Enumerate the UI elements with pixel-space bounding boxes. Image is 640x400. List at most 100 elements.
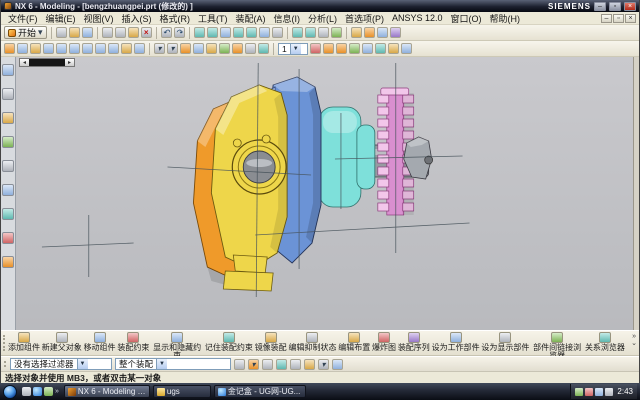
block-icon[interactable] [30, 43, 41, 54]
menu-ansys[interactable]: ANSYS 12.0 [388, 13, 447, 23]
rotate-view-icon[interactable] [246, 27, 257, 38]
constraint-navigator-icon[interactable] [2, 88, 14, 100]
reuse-library-icon[interactable] [2, 136, 14, 148]
datum-axis-horizontal-bg[interactable] [42, 243, 134, 247]
snap-tangent-icon[interactable] [258, 43, 269, 54]
add-component-button[interactable]: 添加组件 [8, 332, 40, 352]
update-icon[interactable] [595, 388, 603, 396]
face-analysis-icon[interactable] [331, 27, 342, 38]
rectangle-lasso-icon[interactable] [318, 359, 329, 370]
datum-plane-icon[interactable] [351, 27, 362, 38]
deselect-arrow-icon[interactable] [290, 359, 301, 370]
toolbar-drag-handle[interactable] [3, 335, 6, 351]
selection-scope-dropdown[interactable]: 整个装配▼ [115, 358, 231, 370]
child-close-button[interactable]: × [625, 14, 636, 23]
highlight-edit-icon[interactable] [304, 359, 315, 370]
rib-icon[interactable] [108, 43, 119, 54]
start-button[interactable] [3, 385, 17, 399]
snap-quadrant-icon[interactable] [232, 43, 243, 54]
show-only-icon[interactable] [310, 43, 321, 54]
measure-distance-icon[interactable] [377, 27, 388, 38]
snap-center-icon[interactable] [219, 43, 230, 54]
show-desktop-icon[interactable] [22, 387, 31, 396]
invert-shown-icon[interactable] [349, 43, 360, 54]
messenger-icon[interactable] [575, 388, 583, 396]
taskbar-clock[interactable]: 2:43 [617, 387, 633, 396]
hole-icon[interactable] [56, 43, 67, 54]
system-materials-icon[interactable] [2, 232, 14, 244]
cut-icon[interactable] [102, 27, 113, 38]
redo-icon[interactable] [174, 27, 185, 38]
shell-icon[interactable] [121, 43, 132, 54]
save-icon[interactable] [82, 27, 93, 38]
close-button[interactable]: × [624, 2, 636, 11]
child-restore-button[interactable]: ▫ [613, 14, 624, 23]
maximize-button[interactable]: ▫ [609, 2, 621, 11]
taskbar-item-nx[interactable]: NX 6 - Modeling -... [64, 385, 150, 398]
fit-view-icon[interactable] [207, 27, 218, 38]
menu-analysis[interactable]: 分析(L) [304, 12, 341, 25]
toolbar-drag-handle[interactable] [4, 361, 7, 367]
assembly-constraints-button[interactable]: 装配约束 [117, 332, 149, 352]
snapshot-icon[interactable] [272, 27, 283, 38]
shaded-with-edges-icon[interactable] [292, 27, 303, 38]
orient-view-icon[interactable] [259, 27, 270, 38]
interpart-link-icon[interactable] [362, 43, 373, 54]
sketch-icon[interactable] [364, 27, 375, 38]
edit-suppression-state-button[interactable]: 编辑抑制状态 [288, 332, 336, 352]
volume-icon[interactable] [605, 388, 613, 396]
selection-filter-gear-icon[interactable] [234, 359, 245, 370]
menu-file[interactable]: 文件(F) [4, 12, 42, 25]
edit-arrangement-button[interactable]: 编辑布置 [338, 332, 370, 352]
selection-filter-icon[interactable] [154, 43, 165, 54]
taskbar-item-ugs[interactable]: ugs [153, 385, 211, 398]
snap-point-icon[interactable] [245, 43, 256, 54]
taskbar-item-browser[interactable]: 金记盒 - UG网-UG... [214, 385, 306, 398]
start-menu-button[interactable]: 开始 [4, 26, 47, 39]
cylinder-icon[interactable] [43, 43, 54, 54]
menu-insert[interactable]: 插入(S) [118, 12, 156, 25]
mirror-assembly-button[interactable]: 镜像装配 [255, 332, 287, 352]
copy-icon[interactable] [115, 27, 126, 38]
menu-tools[interactable]: 工具(T) [194, 12, 232, 25]
exploded-views-button[interactable]: 爆炸图 [372, 332, 396, 352]
assembly-sequence-button[interactable]: 装配序列 [398, 332, 430, 352]
antivirus-icon[interactable] [585, 388, 593, 396]
toolbar-overflow-icon[interactable]: »⌄ [631, 333, 637, 347]
shaded-icon[interactable] [305, 27, 316, 38]
undo-icon[interactable] [161, 27, 172, 38]
extrude-icon[interactable] [4, 43, 15, 54]
scroll-right-icon[interactable]: ▸ [65, 59, 74, 66]
hd3d-tools-icon[interactable] [2, 160, 14, 172]
rectangle-select-icon[interactable] [167, 43, 178, 54]
quick-launch-overflow-icon[interactable]: » [55, 388, 59, 395]
snap-endpoint-icon[interactable] [180, 43, 191, 54]
bolt-hole[interactable] [233, 139, 241, 147]
menu-format[interactable]: 格式(R) [156, 12, 195, 25]
move-object-icon[interactable] [390, 27, 401, 38]
graphics-window[interactable]: ◂ ▸ [16, 57, 633, 330]
scroll-left-icon[interactable]: ◂ [20, 59, 29, 66]
menu-assemblies[interactable]: 装配(A) [232, 12, 270, 25]
menu-preferences[interactable]: 首选项(P) [341, 12, 388, 25]
chevron-down-icon[interactable]: ▼ [290, 44, 301, 54]
show-hide-icon[interactable] [323, 43, 334, 54]
relations-browser-button[interactable]: 关系浏览器 [585, 332, 625, 352]
new-window-icon[interactable] [388, 43, 399, 54]
layer-select[interactable]: 1▼ [278, 43, 308, 55]
menu-information[interactable]: 信息(I) [270, 12, 305, 25]
snap-midpoint-icon[interactable] [193, 43, 204, 54]
child-minimize-button[interactable]: – [601, 14, 612, 23]
shaded-object-icon[interactable] [332, 359, 343, 370]
set-display-part-button[interactable]: 设为显示部件 [481, 332, 529, 352]
chevron-down-icon[interactable]: ▼ [77, 359, 88, 369]
minimize-button[interactable]: – [594, 2, 606, 11]
web-browser-icon[interactable] [2, 184, 14, 196]
delete-icon[interactable] [141, 27, 152, 38]
media-player-icon[interactable] [44, 387, 53, 396]
scroll-thumb[interactable] [29, 59, 65, 66]
menu-help[interactable]: 帮助(H) [486, 12, 525, 25]
roles-palette-icon[interactable] [2, 256, 14, 268]
wireframe-icon[interactable] [318, 27, 329, 38]
toolbar-overflow-scrollbar[interactable]: ◂ ▸ [19, 58, 75, 67]
